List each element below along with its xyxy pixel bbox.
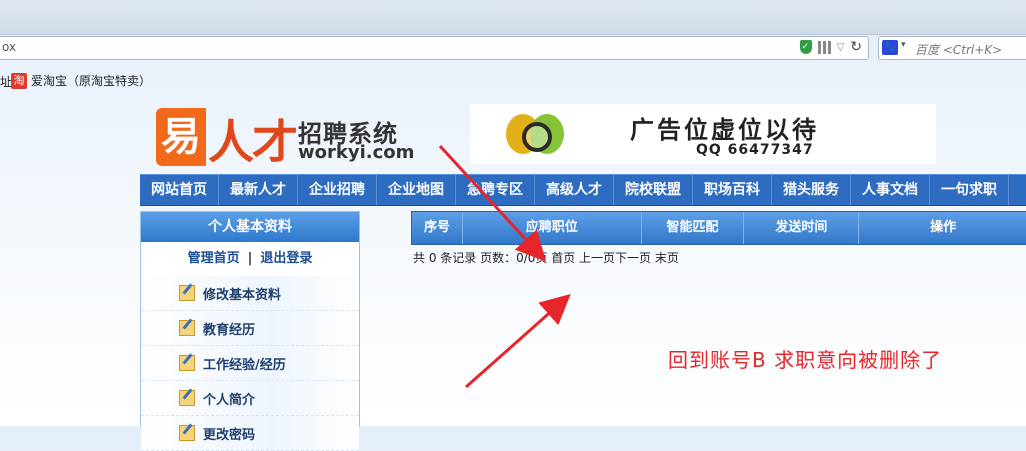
nav-college-alliance[interactable]: 院校联盟 (614, 175, 693, 205)
arrow-to-empty-list (465, 294, 571, 389)
edit-icon (179, 355, 195, 371)
ad-banner[interactable]: 广告位虚位以待 QQ 66477347 (470, 104, 936, 164)
link-separator: | (247, 251, 253, 266)
sidebar-header: 个人基本资料 (141, 212, 359, 242)
sidebar-item-label: 教育经历 (203, 322, 256, 338)
user-edit-icon (179, 285, 195, 301)
ad-title: 广告位虚位以待 (630, 115, 819, 144)
qr-code-icon[interactable] (817, 40, 831, 54)
logo-mark: 易 (156, 108, 206, 166)
edit-icon (179, 320, 195, 336)
nav-urgent-jobs[interactable]: 急聘专区 (456, 175, 535, 205)
sidebar-item-label: 更改密码 (203, 427, 256, 443)
shield-icon[interactable]: ✓ (799, 40, 812, 54)
address-bar[interactable]: ox ✓ ▽ ↻ (0, 36, 869, 60)
taobao-icon: 淘 (11, 72, 27, 89)
sidebar-item-label: 个人简介 (203, 392, 256, 408)
key-icon (179, 425, 195, 441)
sidebar-item-label: 工作经验/经历 (203, 357, 286, 373)
sidebar-item-edit-profile[interactable]: 修改基本资料 (141, 276, 359, 311)
sidebar-item-label: 修改基本资料 (203, 287, 282, 303)
col-smart-match: 智能匹配 (642, 212, 745, 244)
sidebar-item-education[interactable]: 教育经历 (141, 311, 359, 346)
applications-table-header: 序号 应聘职位 智能匹配 发送时间 操作 (411, 211, 1026, 245)
site-logo[interactable]: 易 人才 招聘系统 workyi.com (156, 104, 416, 169)
logo-url: workyi.com (298, 142, 415, 163)
nav-career-wiki[interactable]: 职场百科 (693, 175, 772, 205)
address-bar-icons: ✓ ▽ ↻ (799, 39, 862, 55)
annotation-note: 回到账号B 求职意向被删除了 (668, 348, 943, 372)
nav-home[interactable]: 网站首页 (140, 175, 219, 205)
sidebar-item-change-password[interactable]: 更改密码 (141, 416, 359, 451)
col-actions: 操作 (930, 220, 957, 235)
search-placeholder[interactable]: 百度 <Ctrl+K> (915, 41, 1002, 58)
nav-latest-talent[interactable]: 最新人才 (219, 175, 298, 205)
baidu-paw-icon[interactable]: 🐾 (882, 40, 898, 55)
nav-company-map[interactable]: 企业地图 (377, 175, 456, 205)
bookmark-label: 爱淘宝（原淘宝特卖） (31, 74, 152, 88)
sidebar-item-work-experience[interactable]: 工作经验/经历 (141, 346, 359, 381)
edit-icon (179, 390, 195, 406)
logo-ren: 人才 (208, 115, 298, 169)
nav-senior-talent[interactable]: 高级人才 (535, 175, 614, 205)
sidebar-links: 管理首页 | 退出登录 (141, 242, 359, 276)
main-nav: 网站首页 最新人才 企业招聘 企业地图 急聘专区 高级人才 院校联盟 职场百科 … (140, 174, 1026, 206)
people-search-icon (500, 110, 568, 160)
manage-home-link[interactable]: 管理首页 (188, 251, 240, 266)
bookmark-aitaobao[interactable]: 淘 爱淘宝（原淘宝特卖） (11, 72, 151, 89)
search-engine-caret-icon[interactable]: ▾ (901, 40, 906, 50)
nav-hr-docs[interactable]: 人事文档 (851, 175, 930, 205)
sidebar-item-bio[interactable]: 个人简介 (141, 381, 359, 416)
search-box[interactable]: 🐾 ▾ 百度 <Ctrl+K> (878, 36, 1026, 60)
sidebar: 个人基本资料 管理首页 | 退出登录 修改基本资料 教育经历 工作经验/经历 个人简… (140, 211, 360, 451)
pager[interactable]: 共 0 条记录 页数：0/0页 首页 上一页下一页 末页 (413, 249, 679, 266)
logout-link[interactable]: 退出登录 (260, 251, 312, 266)
nav-job-phrase[interactable]: 一句求职 (930, 175, 1009, 205)
col-position: 应聘职位 (463, 212, 642, 244)
nav-company-jobs[interactable]: 企业招聘 (298, 175, 377, 205)
nav-headhunter[interactable]: 猎头服务 (772, 175, 851, 205)
url-text[interactable]: ox (2, 40, 16, 54)
reload-icon[interactable]: ↻ (850, 39, 862, 55)
dropdown-arrow-icon[interactable]: ▽ (837, 42, 845, 53)
ad-qq: QQ 66477347 (696, 142, 814, 158)
bookmarks-bar: 址 淘 爱淘宝（原淘宝特卖） (0, 62, 1026, 100)
col-index: 序号 (412, 212, 463, 244)
window-top-strip (0, 0, 1026, 35)
col-send-time: 发送时间 (744, 212, 860, 244)
